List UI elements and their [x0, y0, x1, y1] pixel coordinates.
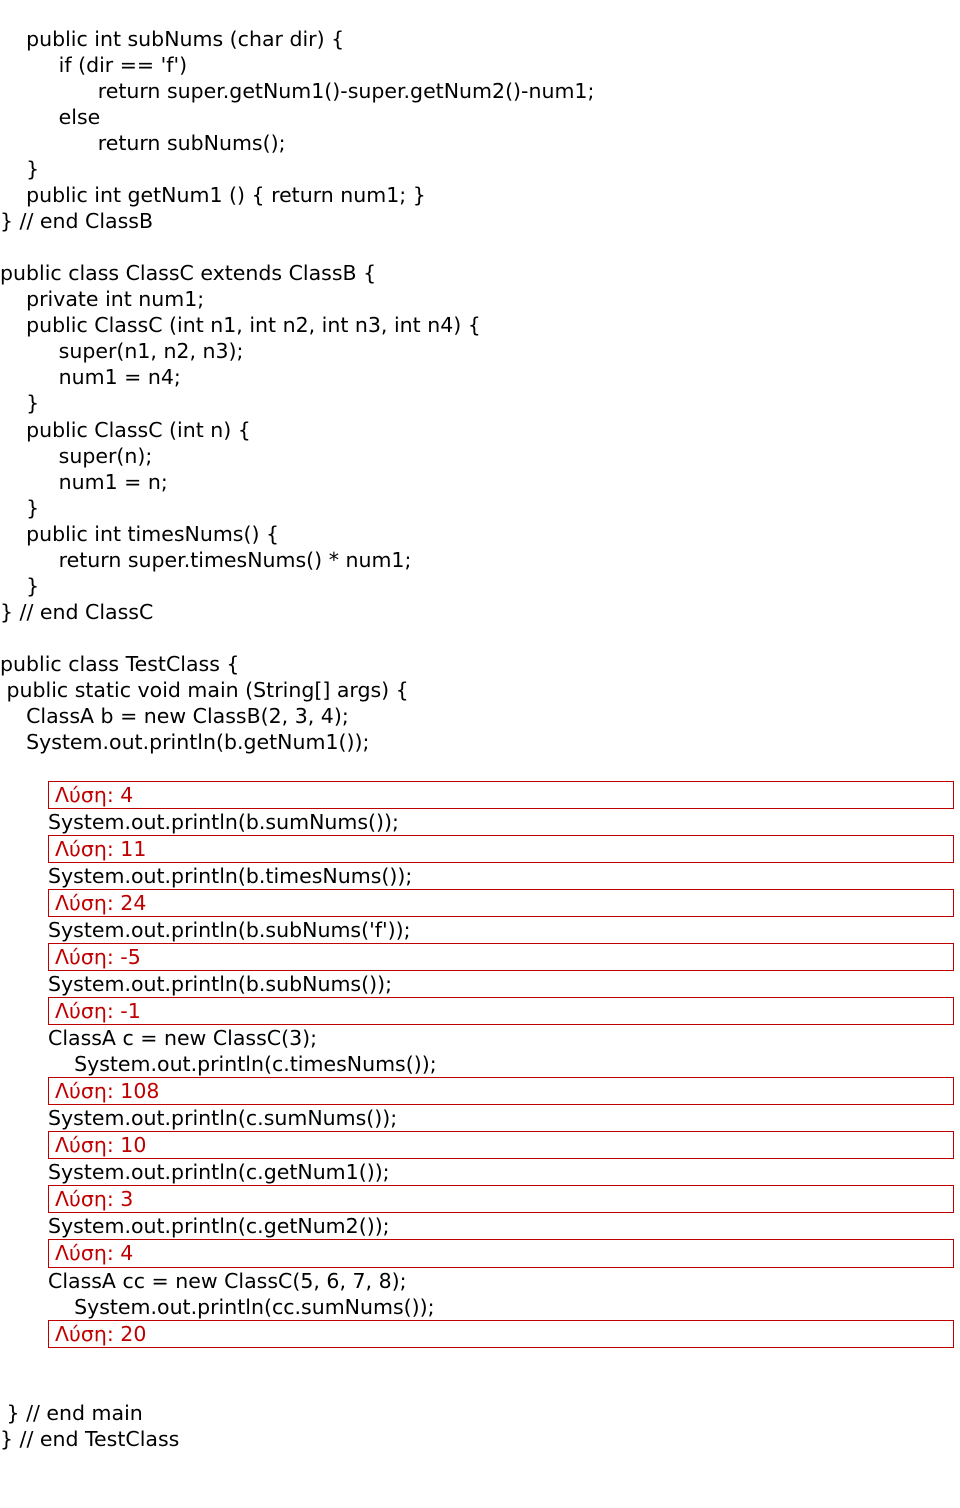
code-line: super(n); — [0, 443, 960, 469]
code-line: System.out.println(c.timesNums()); — [0, 1051, 960, 1077]
code-line: ClassA cc = new ClassC(5, 6, 7, 8); — [0, 1268, 960, 1294]
code-line: public int timesNums() { — [0, 521, 960, 547]
code-line: } — [0, 156, 960, 182]
code-line: else — [0, 104, 960, 130]
code-line: } // end ClassB — [0, 208, 960, 234]
code-line: if (dir == 'f') — [0, 52, 960, 78]
answers-section: Λύση: 4System.out.println(b.sumNums());Λ… — [0, 781, 960, 1348]
code-line: num1 = n; — [0, 469, 960, 495]
code-line: public ClassC (int n) { — [0, 417, 960, 443]
code-line: System.out.println(c.getNum1()); — [0, 1159, 960, 1185]
code-line: ClassA c = new ClassC(3); — [0, 1025, 960, 1051]
code-line: return subNums(); — [0, 130, 960, 156]
answer-box: Λύση: 4 — [48, 781, 954, 809]
code-line: System.out.println(b.subNums()); — [0, 971, 960, 997]
code-line: public ClassC (int n1, int n2, int n3, i… — [0, 312, 960, 338]
code-line: } — [0, 495, 960, 521]
code-block-2: } // end main} // end TestClass — [0, 1374, 960, 1452]
code-line: } // end ClassC — [0, 599, 960, 625]
code-line: System.out.println(b.sumNums()); — [0, 809, 960, 835]
code-block-1: public int subNums (char dir) { if (dir … — [0, 26, 960, 755]
answer-box: Λύση: 3 — [48, 1185, 954, 1213]
code-line: System.out.println(cc.sumNums()); — [0, 1294, 960, 1320]
code-line — [0, 625, 960, 651]
answer-box: Λύση: 108 — [48, 1077, 954, 1105]
code-line: System.out.println(c.sumNums()); — [0, 1105, 960, 1131]
code-line: } // end main — [0, 1400, 960, 1426]
answer-box: Λύση: -5 — [48, 943, 954, 971]
answer-box: Λύση: 11 — [48, 835, 954, 863]
code-line — [0, 1374, 960, 1400]
code-line: super(n1, n2, n3); — [0, 338, 960, 364]
code-line: public class TestClass { — [0, 651, 960, 677]
code-line: num1 = n4; — [0, 364, 960, 390]
code-line: } — [0, 573, 960, 599]
code-line — [0, 234, 960, 260]
code-line: public int subNums (char dir) { — [0, 26, 960, 52]
code-line: System.out.println(b.timesNums()); — [0, 863, 960, 889]
code-line: public int getNum1 () { return num1; } — [0, 182, 960, 208]
answer-box: Λύση: 10 — [48, 1131, 954, 1159]
code-line: public static void main (String[] args) … — [0, 677, 960, 703]
code-line: System.out.println(c.getNum2()); — [0, 1213, 960, 1239]
code-line: return super.getNum1()-super.getNum2()-n… — [0, 78, 960, 104]
code-line: private int num1; — [0, 286, 960, 312]
code-line: } // end TestClass — [0, 1426, 960, 1452]
code-line: public class ClassC extends ClassB { — [0, 260, 960, 286]
code-line: System.out.println(b.subNums('f')); — [0, 917, 960, 943]
answer-box: Λύση: 20 — [48, 1320, 954, 1348]
answer-box: Λύση: -1 — [48, 997, 954, 1025]
answer-box: Λύση: 24 — [48, 889, 954, 917]
code-line: return super.timesNums() * num1; — [0, 547, 960, 573]
code-line: ClassA b = new ClassB(2, 3, 4); — [0, 703, 960, 729]
document-page: public int subNums (char dir) { if (dir … — [0, 0, 960, 1508]
answer-box: Λύση: 4 — [48, 1239, 954, 1267]
code-line: } — [0, 390, 960, 416]
code-line: System.out.println(b.getNum1()); — [0, 729, 960, 755]
